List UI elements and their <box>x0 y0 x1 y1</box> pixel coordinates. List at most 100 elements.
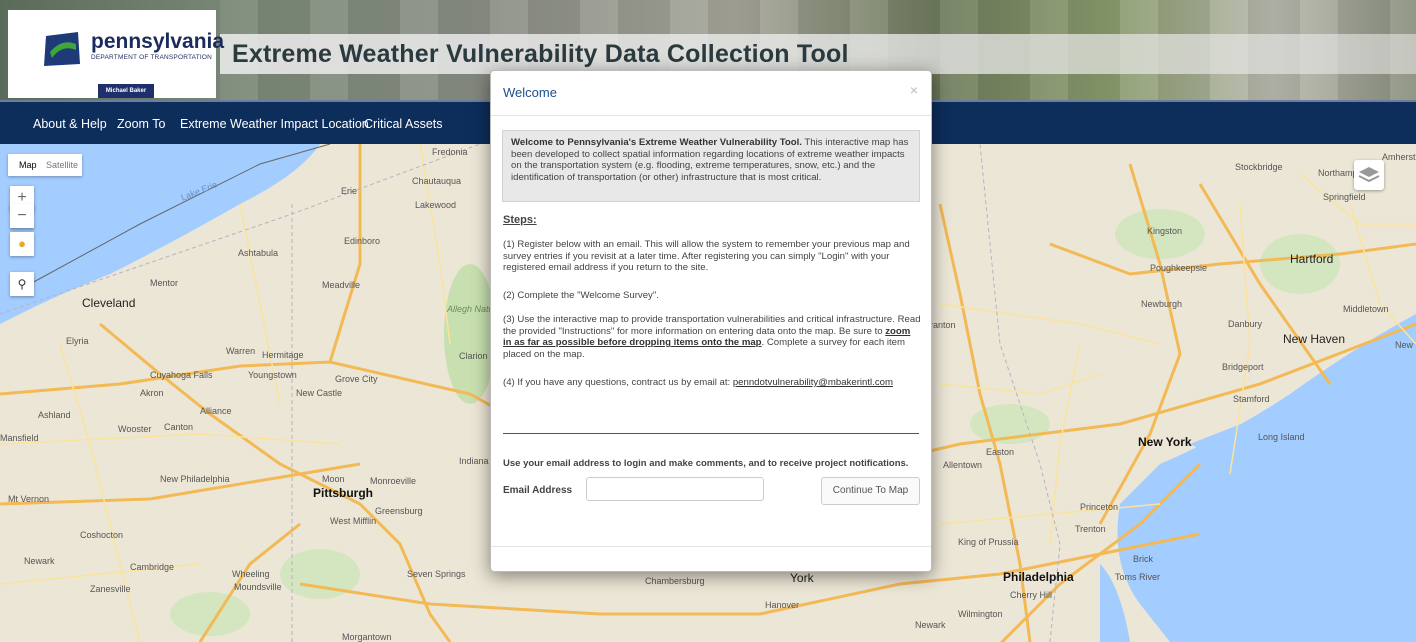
step-3-text: (3) Use the interactive map to provide t… <box>503 314 921 360</box>
map-label-poughkeepsie: Poughkeepsie <box>1150 263 1208 273</box>
close-icon[interactable]: × <box>910 82 918 98</box>
map-label-mansfield: Mansfield <box>0 433 39 443</box>
map-label-philadelphia: Philadelphia <box>1003 570 1074 584</box>
map-label-mt-vernon: Mt Vernon <box>8 494 50 504</box>
map-label-easton: Easton <box>986 447 1015 457</box>
contact-email-link[interactable]: penndotvulnerability@mbakerintl.com <box>733 377 893 388</box>
map-label-canton: Canton <box>164 422 194 432</box>
map-label-ashtabula: Ashtabula <box>238 248 279 258</box>
map-label-springfield: Springfield <box>1323 192 1366 202</box>
map-label-morgantown: Morgantown <box>342 632 392 642</box>
map-label-cleveland: Cleveland <box>82 296 136 310</box>
page-title: Extreme Weather Vulnerability Data Colle… <box>232 40 849 68</box>
map-label-northampton: Northamp <box>1318 168 1358 178</box>
map-label-wheeling: Wheeling <box>232 569 270 579</box>
map-label-hermitage: Hermitage <box>262 350 304 360</box>
search-icon[interactable]: ⚲ <box>10 272 34 296</box>
map-label-kingston: Kingston <box>1147 226 1183 236</box>
email-instructions: Use your email address to login and make… <box>503 458 909 469</box>
map-label-cuyahoga-falls: Cuyahoga Falls <box>150 370 213 380</box>
map-label-brick: Brick <box>1133 554 1153 564</box>
map-label-alliance: Alliance <box>200 406 232 416</box>
map-label-monroeville: Monroeville <box>370 476 417 486</box>
map-label-moundsville: Moundsville <box>234 582 282 592</box>
map-label-newark-oh: Newark <box>24 556 55 566</box>
map-label-lakewood: Lakewood <box>415 200 457 210</box>
penndot-logo[interactable]: pennsylvania DEPARTMENT OF TRANSPORTATIO… <box>8 10 224 98</box>
steps-heading: Steps: <box>503 214 537 226</box>
map-label-west-mifflin: West Mifflin <box>330 516 377 526</box>
map-label-youngstown: Youngstown <box>248 370 297 380</box>
map-label-coshocton: Coshocton <box>80 530 124 540</box>
map-label-akron: Akron <box>140 388 164 398</box>
map-label-seven-springs: Seven Springs <box>407 569 466 579</box>
nav-critical-assets[interactable]: Critical Assets <box>364 117 443 131</box>
map-label-trenton: Trenton <box>1075 524 1106 534</box>
map-label-scranton: ranton <box>930 320 956 330</box>
map-label-cherry-hill: Cherry Hill <box>1010 590 1053 600</box>
map-label-allentown: Allentown <box>943 460 983 470</box>
map-label-cambridge: Cambridge <box>130 562 175 572</box>
map-label-bridgeport: Bridgeport <box>1222 362 1264 372</box>
map-label-new-york: New York <box>1138 435 1192 449</box>
modal-divider-dark <box>503 433 919 434</box>
map-label-new-philadelphia: New Philadelphia <box>160 474 230 484</box>
map-label-new: New <box>1395 340 1414 350</box>
map-label-ashland: Ashland <box>38 410 71 420</box>
map-label-newburgh: Newburgh <box>1141 299 1183 309</box>
map-label-mentor: Mentor <box>150 278 179 288</box>
step-2-text: (2) Complete the "Welcome Survey". <box>503 290 659 301</box>
map-label-long-island: Long Island <box>1258 432 1305 442</box>
map-type-control: Map Satellite <box>8 154 82 176</box>
map-label-danbury: Danbury <box>1228 319 1263 329</box>
continue-to-map-button[interactable]: Continue To Map <box>821 477 920 505</box>
map-label-moon: Moon <box>322 474 345 484</box>
map-label-pittsburgh: Pittsburgh <box>313 486 373 500</box>
nav-extreme-weather-impact-location[interactable]: Extreme Weather Impact Location <box>180 117 369 131</box>
map-label-york: York <box>790 571 814 585</box>
modal-title: Welcome <box>503 85 557 100</box>
keystone-icon <box>44 32 80 66</box>
map-label-grove-city: Grove City <box>335 374 378 384</box>
modal-divider <box>491 115 931 116</box>
map-type-satellite-button[interactable]: Satellite <box>46 160 78 170</box>
map-label-indiana: Indiana <box>459 456 489 466</box>
map-label-new-haven: New Haven <box>1283 332 1346 346</box>
modal-footer-divider <box>491 546 931 547</box>
map-label-king-of-prussia: King of Prussia <box>958 537 1019 547</box>
map-label-hartford: Hartford <box>1290 252 1334 266</box>
nav-about-help[interactable]: About & Help <box>33 117 107 131</box>
map-label-fredonia: Fredonia <box>432 147 468 157</box>
map-label-new-castle: New Castle <box>296 388 343 398</box>
map-label-erie: Erie <box>341 186 358 196</box>
map-label-amherst: Amherst <box>1382 152 1416 162</box>
email-field[interactable] <box>586 477 764 501</box>
map-label-princeton: Princeton <box>1080 502 1119 512</box>
map-label-meadville: Meadville <box>322 280 361 290</box>
map-label-chautauqua: Chautauqua <box>412 176 462 186</box>
map-label-zanesville: Zanesville <box>90 584 131 594</box>
layers-icon[interactable] <box>1354 160 1384 190</box>
map-label-chambersburg: Chambersburg <box>645 576 705 586</box>
street-view-pegman-icon[interactable]: ● <box>10 232 34 256</box>
step-1-text: (1) Register below with an email. This w… <box>503 239 910 273</box>
map-label-clarion: Clarion <box>459 351 488 361</box>
intro-box: Welcome to Pennsylvania's Extreme Weathe… <box>502 130 920 202</box>
zoom-out-button[interactable]: − <box>10 204 34 228</box>
map-type-map-button[interactable]: Map <box>19 160 37 170</box>
welcome-modal: Welcome × Welcome to Pennsylvania's Extr… <box>490 70 932 572</box>
map-label-stockbridge: Stockbridge <box>1235 162 1283 172</box>
map-label-edinboro: Edinboro <box>344 236 381 246</box>
map-label-elyria: Elyria <box>66 336 89 346</box>
map-label-middletown: Middletown <box>1343 304 1389 314</box>
map-label-wilmington: Wilmington <box>958 609 1003 619</box>
map-label-greensburg: Greensburg <box>375 506 423 516</box>
map-label-toms-river: Toms River <box>1115 572 1161 582</box>
map-label-wooster: Wooster <box>118 424 152 434</box>
map-label-warren: Warren <box>226 346 256 356</box>
step-4-text: (4) If you have any questions, contract … <box>503 377 893 388</box>
map-label-stamford: Stamford <box>1233 394 1270 404</box>
nav-zoom-to[interactable]: Zoom To <box>117 117 165 131</box>
map-label-hanover: Hanover <box>765 600 800 610</box>
michael-baker-logo: Michael Baker <box>98 84 154 98</box>
